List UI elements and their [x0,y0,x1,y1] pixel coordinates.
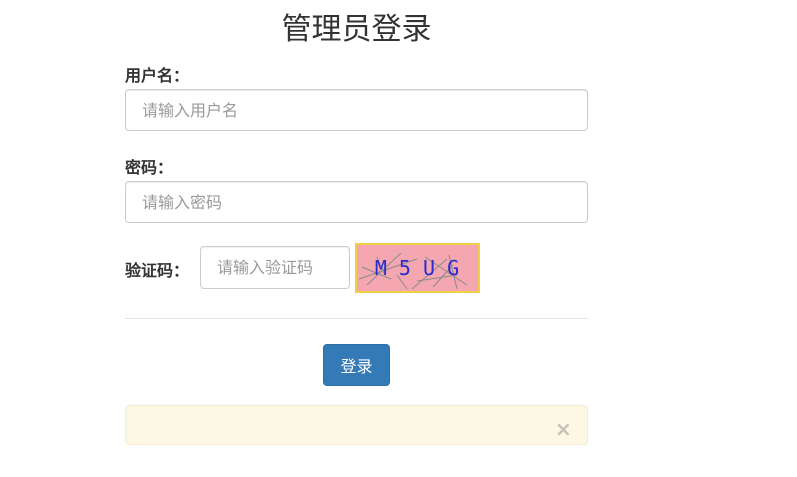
password-label: 密码： [125,158,174,177]
captcha-image[interactable]: M 5 U G [355,243,480,293]
page-title: 管理员登录 [281,12,432,47]
password-input[interactable] [125,181,588,223]
username-label: 用户名： [125,66,190,85]
captcha-label: 验证码： [125,261,190,280]
form-divider [125,318,588,319]
captcha-input[interactable] [200,246,350,289]
alert-box: × [125,405,588,445]
close-icon[interactable]: × [555,419,572,439]
login-button[interactable]: 登录 [323,344,390,386]
username-input[interactable] [125,89,588,131]
captcha-text: M 5 U G [375,256,459,280]
